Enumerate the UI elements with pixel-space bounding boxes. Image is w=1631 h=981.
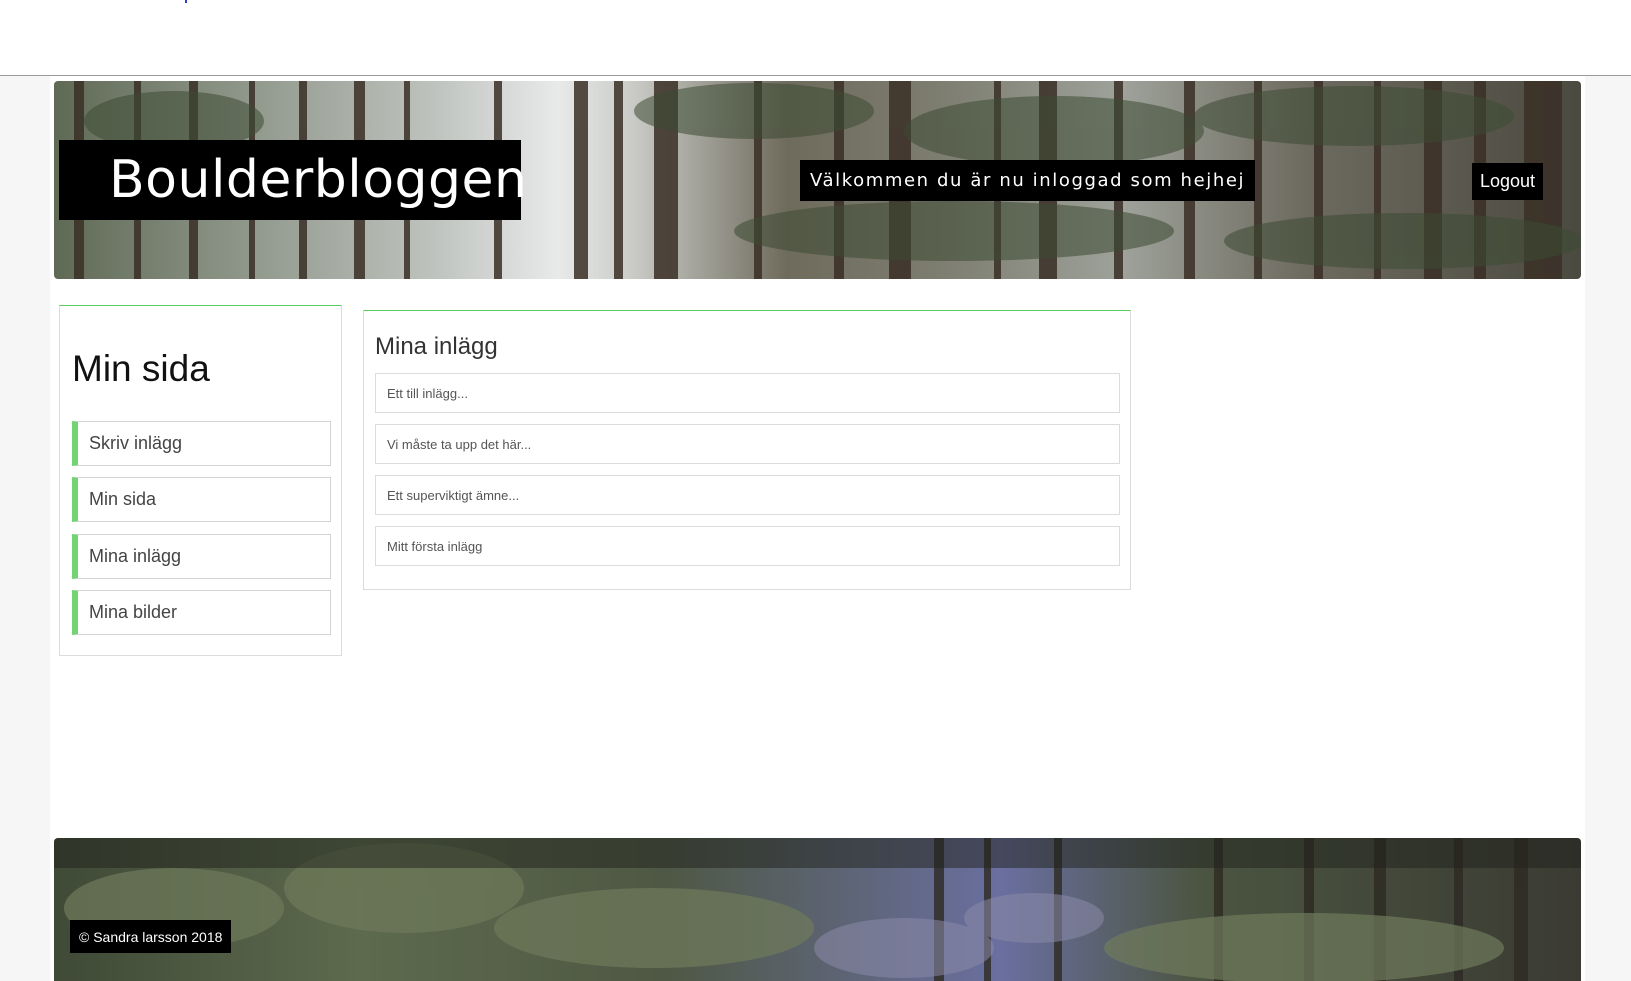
posts-panel-title: Mina inlägg [375, 333, 498, 360]
list-item[interactable]: Ett till inlägg... [375, 373, 1120, 413]
sidebar-title: Min sida [72, 348, 210, 389]
sidebar-item-my-images[interactable]: Mina bilder [72, 590, 331, 635]
sidebar-item-my-posts[interactable]: Mina inlägg [72, 534, 331, 579]
footer-banner-image [54, 838, 1581, 981]
footer-copyright: © Sandra larsson 2018 [70, 920, 232, 953]
top-bar-mark [185, 0, 187, 3]
logout-button[interactable]: Logout [1472, 163, 1543, 200]
list-item[interactable]: Ett superviktigt ämne... [375, 475, 1120, 515]
sidebar-nav: Skriv inlägg Min sida Mina inlägg Mina b… [72, 421, 331, 646]
my-posts-panel: Mina inlägg Ett till inlägg... Vi måste … [363, 310, 1131, 590]
sidebar-panel: Min sida Skriv inlägg Min sida Mina inlä… [59, 305, 342, 656]
site-title: Boulderbloggen [59, 140, 527, 220]
list-item[interactable]: Vi måste ta upp det här... [375, 424, 1120, 464]
sidebar-item-my-page[interactable]: Min sida [72, 477, 331, 522]
sidebar-item-write-post[interactable]: Skriv inlägg [72, 421, 331, 466]
list-item[interactable]: Mitt första inlägg [375, 526, 1120, 566]
forest-floor-background-image [54, 838, 1581, 981]
post-list: Ett till inlägg... Vi måste ta upp det h… [375, 373, 1120, 577]
welcome-message: Välkommen du är nu inloggad som hejhej [800, 160, 1256, 201]
browser-top-bar [0, 0, 1631, 76]
